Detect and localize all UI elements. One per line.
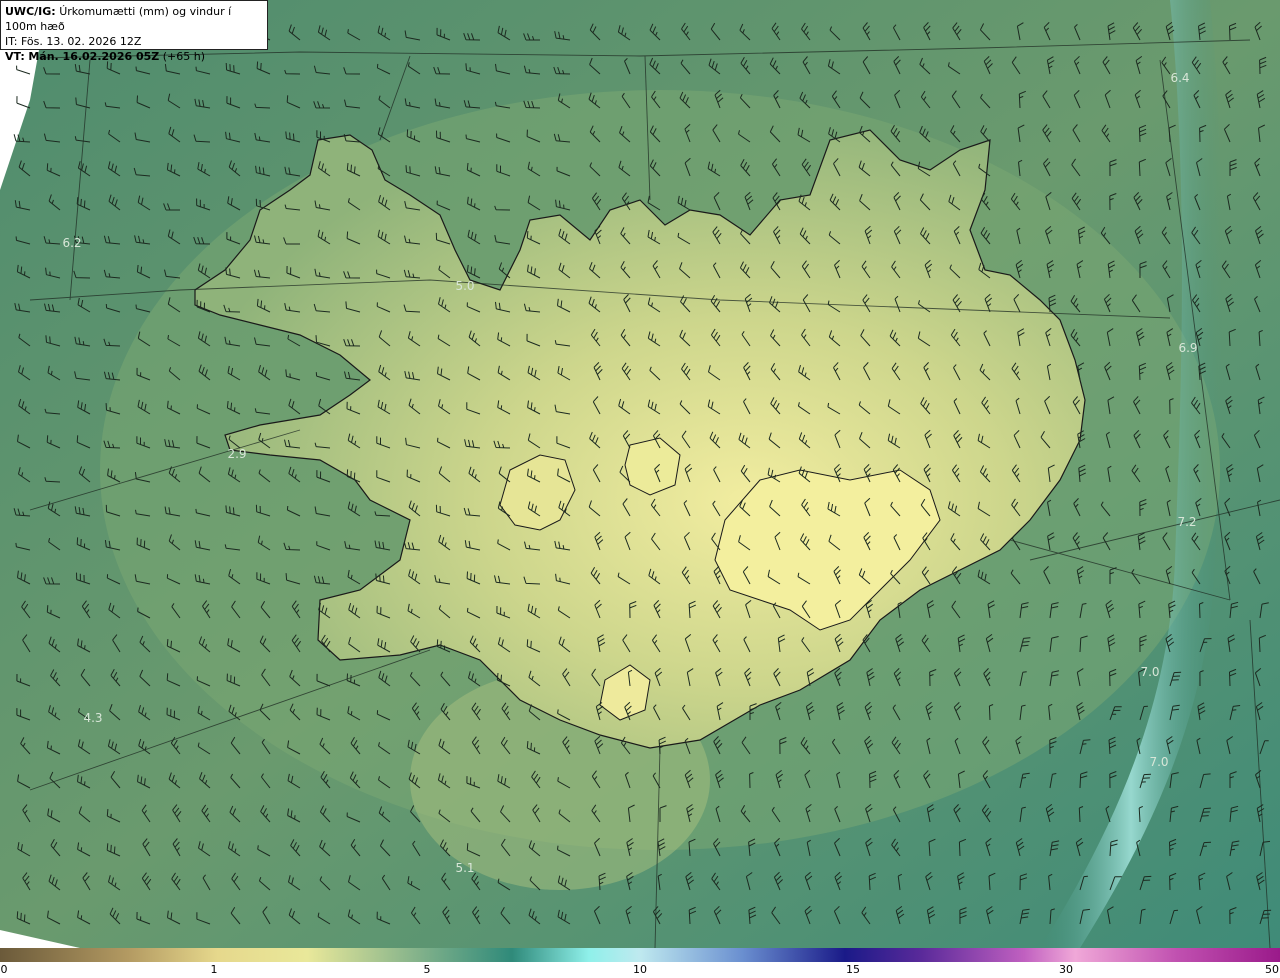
field-value-label: 5.0 [455, 279, 475, 293]
field-value-label: 2.9 [227, 447, 247, 461]
field-value-label: 7.0 [1149, 755, 1169, 769]
title-box: UWC/IG: Úrkomumætti (mm) og vindur í 100… [0, 0, 268, 63]
colorbar-tick: 50 [1265, 963, 1279, 976]
map-figure: 6.4 6.2 5.0 6.9 2.9 7.2 7.0 4.3 7.0 5.1 … [0, 0, 1280, 978]
colorbar-tick: 30 [1059, 963, 1073, 976]
colorbar-tick: 15 [846, 963, 860, 976]
colorbar-labels: 0 1 5 10 15 30 50 [0, 962, 1280, 978]
field-value-label: 7.0 [1140, 665, 1160, 679]
valid-time-line: VT: Mán. 16.02.2026 05Z (+65 h) [5, 49, 263, 64]
field-value-label: 6.4 [1170, 71, 1190, 85]
colorbar-tick: 10 [633, 963, 647, 976]
precipitation-map [0, 0, 1280, 948]
init-time: IT: Fös. 13. 02. 2026 12Z [5, 35, 142, 48]
lead-time: (+65 h) [162, 50, 206, 63]
title-line: UWC/IG: Úrkomumætti (mm) og vindur í 100… [5, 4, 263, 34]
field-value-label: 4.3 [83, 711, 103, 725]
model-label: UWC/IG: [5, 5, 56, 18]
colorbar [0, 948, 1280, 962]
colorbar-tick: 0 [0, 963, 8, 976]
field-value-label: 6.2 [62, 236, 82, 250]
field-value-label: 7.2 [1177, 515, 1197, 529]
colorbar-tick: 1 [210, 963, 218, 976]
field-value-label: 6.9 [1178, 341, 1198, 355]
field-value-label: 5.1 [455, 861, 475, 875]
valid-time: Mán. 16.02.2026 05Z [28, 50, 160, 63]
colorbar-tick: 5 [423, 963, 431, 976]
colorbar-gradient [0, 948, 1280, 962]
wind-barb [16, 65, 31, 75]
valid-label: VT: [5, 50, 25, 63]
